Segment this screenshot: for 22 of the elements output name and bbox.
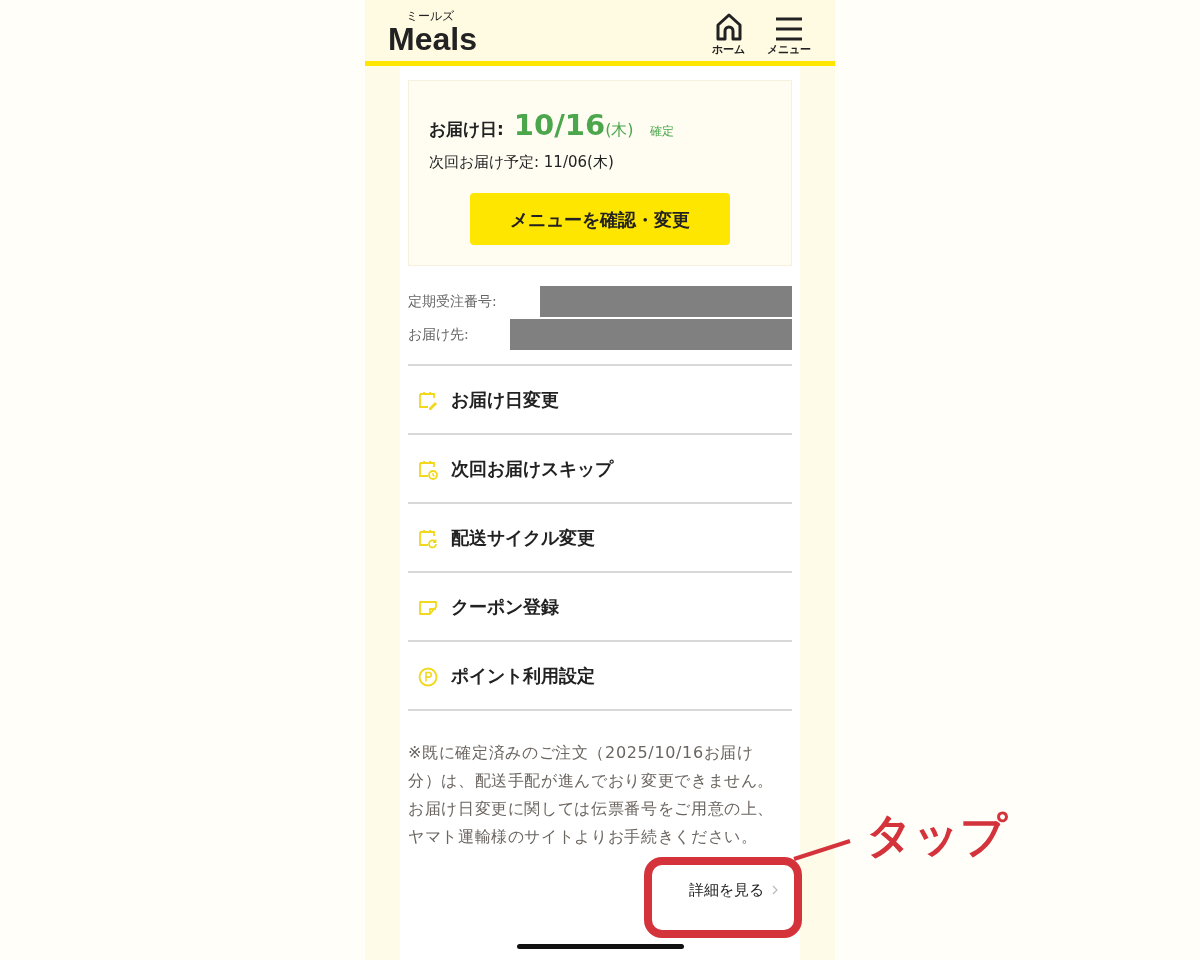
chevron-right-icon [772,885,778,896]
delivery-date: 10/16(木) [513,111,634,140]
notice-text: ※既に確定済みのご注文（2025/10/16お届け分）は、配送手配が進んでおり変更できません。お届け日変更に関しては伝票番号をご用意の上、ヤマト運輸様のサイトよりお手続きください。 [408,742,776,848]
info-label: 定期受注番号: [408,292,497,311]
detail-link[interactable]: 詳細を見る [689,879,778,902]
menu-list-item[interactable]: ポイント利用設定 [408,640,792,709]
delivery-label: お届け日: [429,118,504,141]
leader-line [792,838,852,862]
confirm-menu-button[interactable]: メニューを確認・変更 [470,193,730,245]
logo-ruby: ミールズ [406,10,454,22]
menu-list-item[interactable]: 次回お届けスキップ [408,433,792,502]
tap-annotation: タップ [866,808,1009,864]
status-text: 確定 [649,123,674,140]
nav-button[interactable]: ホーム [712,12,745,55]
menu-list-item[interactable]: 配送サイクル変更 [408,502,792,571]
nav-button[interactable]: メニュー [767,16,811,55]
menu-list-item[interactable]: クーポン登録 [408,571,792,640]
info-label: お届け先: [408,325,469,344]
logo[interactable]: Meals [388,23,477,55]
menu-list-item[interactable]: お届け日変更 [408,364,792,433]
next-delivery: 次回お届け予定: 11/06(木) [429,151,615,173]
menu-icon [775,16,803,42]
